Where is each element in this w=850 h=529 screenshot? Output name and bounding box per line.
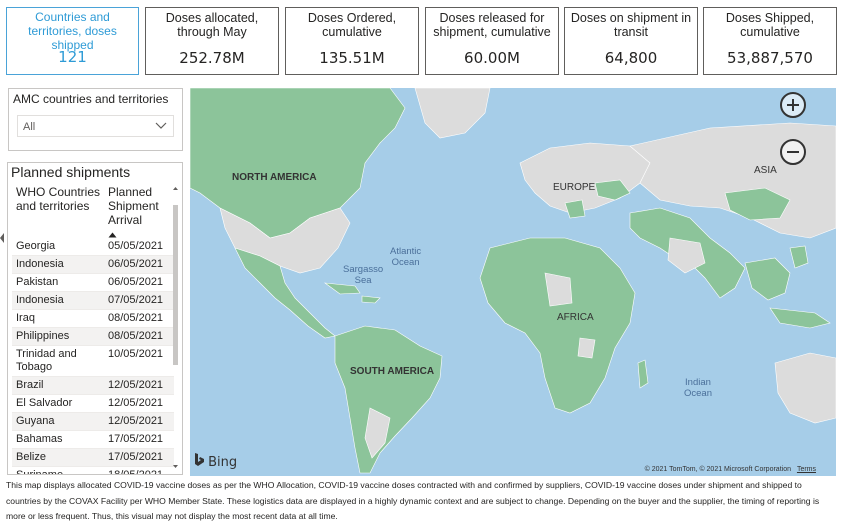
cell-country: Guyana xyxy=(16,415,55,427)
cell-country: Belize xyxy=(16,451,46,463)
amc-filter-slicer: AMC countries and territories All xyxy=(8,88,183,151)
footnote: This map displays allocated COVID-19 vac… xyxy=(6,480,820,521)
cell-arrival-date: 10/05/2021 xyxy=(108,348,164,360)
cell-country: Iraq xyxy=(16,312,35,324)
card-value: 53,887,570 xyxy=(727,49,813,67)
cell-country: Suriname xyxy=(16,469,64,475)
cell-arrival-date: 08/05/2021 xyxy=(108,330,164,342)
label-indian-ocean: Indian Ocean xyxy=(684,377,712,399)
table-title: Planned shipments xyxy=(11,164,131,180)
cell-country: Indonesia xyxy=(16,258,64,270)
filter-title: AMC countries and territories xyxy=(13,92,169,106)
amc-filter-dropdown[interactable]: All xyxy=(17,115,174,137)
cell-country: Indonesia xyxy=(16,294,64,306)
card-value: 135.51M xyxy=(319,49,385,67)
table-row[interactable]: Philippines 08/05/2021 xyxy=(12,328,174,346)
card-label: Doses allocated, through May xyxy=(165,11,259,39)
cell-arrival-date: 07/05/2021 xyxy=(108,294,164,306)
label-atlantic-ocean: Atlantic Ocean xyxy=(390,246,421,268)
world-map[interactable]: NORTH AMERICA SOUTH AMERICA EUROPE AFRIC… xyxy=(190,88,836,476)
planned-shipments-table: Planned shipments WHO Countries and terr… xyxy=(7,162,183,475)
table-body: Georgia 05/05/2021 Indonesia 06/05/2021 Paki… xyxy=(12,238,174,475)
zoom-out-button[interactable] xyxy=(780,139,806,165)
card-label: Doses released for shipment, cumulative xyxy=(433,11,551,39)
cell-country: Pakistan xyxy=(16,276,59,288)
plus-icon xyxy=(787,99,799,111)
cell-arrival-date: 12/05/2021 xyxy=(108,379,164,391)
cell-arrival-date: 12/05/2021 xyxy=(108,397,164,409)
collapse-arrow-icon[interactable] xyxy=(0,233,4,243)
card-value: 64,800 xyxy=(604,49,658,67)
cell-arrival-date: 17/05/2021 xyxy=(108,433,164,445)
cell-arrival-date: 12/05/2021 xyxy=(108,415,164,427)
map-copyright: © 2021 TomTom, © 2021 Microsoft Corporat… xyxy=(645,466,816,473)
ocean-name: Ocean xyxy=(684,388,712,399)
table-row[interactable]: Brazil 12/05/2021 xyxy=(12,377,174,395)
chevron-down-icon xyxy=(155,122,167,129)
cell-country: Brazil xyxy=(16,379,44,391)
cell-country: El Salvador xyxy=(16,397,73,409)
ocean-name: Atlantic xyxy=(390,246,422,257)
card-doses-allocated[interactable]: Doses allocated, through May 252.78M xyxy=(145,7,279,75)
label-europe: EUROPE xyxy=(553,182,596,193)
card-value: 252.78M xyxy=(179,49,245,67)
table-row[interactable]: Indonesia 06/05/2021 xyxy=(12,256,174,274)
cell-arrival-date: 05/05/2021 xyxy=(108,240,164,252)
bing-text: Bing xyxy=(208,455,238,470)
card-label: Countries and territories, doses shipped xyxy=(28,10,117,52)
column-header-arrival[interactable]: Planned Shipment Arrival xyxy=(108,185,178,241)
ocean-name: Ocean xyxy=(391,257,420,268)
cell-country: Georgia xyxy=(16,240,56,252)
table-row[interactable]: Indonesia 07/05/2021 xyxy=(12,292,174,310)
label-sargasso-sea: Sargasso Sea xyxy=(343,264,383,286)
column-header-arrival-label: Planned Shipment Arrival xyxy=(108,185,159,227)
bing-icon xyxy=(195,453,204,466)
cell-country: Bahamas xyxy=(16,433,63,445)
card-doses-in-transit[interactable]: Doses on shipment in transit 64,800 xyxy=(564,7,698,75)
label-africa: AFRICA xyxy=(557,312,594,323)
table-row[interactable]: Iraq 08/05/2021 xyxy=(12,310,174,328)
sea-name: Sea xyxy=(354,275,372,286)
card-doses-released[interactable]: Doses released for shipment, cumulative … xyxy=(425,7,559,75)
minus-icon xyxy=(787,151,799,153)
cell-country: Philippines xyxy=(16,330,70,342)
label-asia: ASIA xyxy=(754,165,777,176)
card-doses-ordered[interactable]: Doses Ordered, cumulative 135.51M xyxy=(285,7,419,75)
copyright-text: © 2021 TomTom, © 2021 Microsoft Corporat… xyxy=(644,466,791,473)
map-canvas xyxy=(190,88,836,476)
cell-country: Trinidad and Tobago xyxy=(16,348,77,373)
filter-selected-value: All xyxy=(23,121,36,133)
cell-arrival-date: 18/05/2021 xyxy=(108,469,164,475)
label-south-america: SOUTH AMERICA xyxy=(350,366,435,377)
ocean-name: Indian xyxy=(685,377,711,388)
column-header-country[interactable]: WHO Countries and territories xyxy=(16,185,108,213)
cell-arrival-date: 06/05/2021 xyxy=(108,276,164,288)
table-row[interactable]: Pakistan 06/05/2021 xyxy=(12,274,174,292)
cell-arrival-date: 06/05/2021 xyxy=(108,258,164,270)
card-label: Doses on shipment in transit xyxy=(570,11,692,39)
card-value: 60.00M xyxy=(464,49,520,67)
table-row[interactable]: Bahamas 17/05/2021 xyxy=(12,431,174,449)
zoom-in-button[interactable] xyxy=(780,92,806,118)
table-row[interactable]: Suriname 18/05/2021 xyxy=(12,467,174,475)
card-label: Doses Shipped, cumulative xyxy=(725,11,815,39)
table-row[interactable]: Trinidad and Tobago 10/05/2021 xyxy=(12,346,174,377)
table-scrollbar[interactable] xyxy=(172,185,179,473)
table-row[interactable]: Belize 17/05/2021 xyxy=(12,449,174,467)
table-row[interactable]: El Salvador 12/05/2021 xyxy=(12,395,174,413)
cell-arrival-date: 08/05/2021 xyxy=(108,312,164,324)
table-row[interactable]: Georgia 05/05/2021 xyxy=(12,238,174,256)
terms-link[interactable]: Terms xyxy=(797,466,816,473)
card-value: 121 xyxy=(58,48,87,66)
card-countries-shipped[interactable]: Countries and territories, doses shipped… xyxy=(6,7,139,75)
cell-arrival-date: 17/05/2021 xyxy=(108,451,164,463)
label-north-america: NORTH AMERICA xyxy=(232,172,317,183)
table-row[interactable]: Guyana 12/05/2021 xyxy=(12,413,174,431)
bing-logo: Bing xyxy=(194,453,237,470)
card-doses-shipped[interactable]: Doses Shipped, cumulative 53,887,570 xyxy=(703,7,837,75)
sea-name: Sargasso xyxy=(343,264,384,275)
card-label: Doses Ordered, cumulative xyxy=(307,11,397,39)
